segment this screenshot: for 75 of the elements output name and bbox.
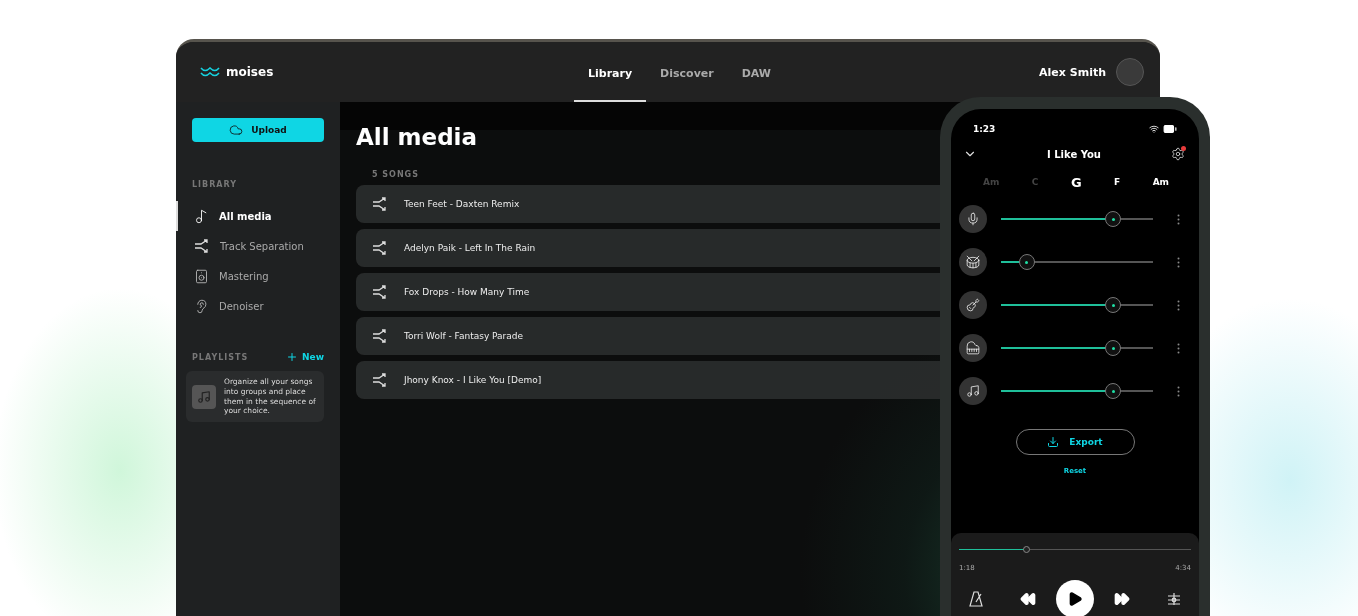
nav-tab[interactable]: Library — [574, 42, 647, 102]
song-row[interactable]: Torri Wolf - Fantasy Parade — [356, 317, 940, 355]
song-row[interactable]: Adelyn Paik - Left In The Rain — [356, 229, 940, 267]
song-count: 5 SONGS — [372, 170, 420, 179]
more-options-icon — [1177, 213, 1180, 225]
slider-thumb[interactable] — [1018, 254, 1035, 270]
more-options-icon — [1177, 342, 1180, 354]
fast-forward-icon — [1114, 591, 1130, 607]
split-arrows-icon — [372, 241, 388, 255]
chord-label: C — [1031, 177, 1039, 187]
fast-forward-button[interactable] — [1114, 591, 1130, 607]
more-button[interactable] — [1177, 385, 1180, 397]
guitar-icon — [966, 298, 980, 312]
song-title: I Like You — [1047, 148, 1101, 160]
page-title: All media — [356, 124, 477, 150]
rewind-icon — [1020, 591, 1036, 607]
nav-tab[interactable]: Discover — [646, 42, 728, 102]
battery-icon — [1163, 122, 1177, 136]
more-button[interactable] — [1177, 299, 1180, 311]
split-arrows-icon — [372, 197, 388, 211]
settings-icon[interactable] — [1171, 147, 1185, 161]
cloud-icon — [229, 123, 244, 137]
music-note-icon — [197, 389, 211, 404]
more-button[interactable] — [1177, 342, 1180, 354]
play-icon — [1067, 591, 1083, 607]
chord-label: Am — [983, 177, 1000, 187]
plus-icon — [286, 351, 299, 363]
wifi-icon — [1149, 124, 1159, 134]
sidebar-item[interactable]: All media — [176, 201, 324, 231]
sidebar-item[interactable]: Denoiser — [176, 291, 324, 321]
user-name: Alex Smith — [1039, 65, 1106, 79]
download-icon — [1047, 436, 1060, 448]
more-options-icon — [1177, 256, 1180, 268]
logo-wave-icon — [200, 66, 220, 78]
speaker-icon — [194, 268, 209, 284]
more-options-icon — [1177, 299, 1180, 311]
new-playlist-button[interactable]: New — [286, 351, 324, 363]
split-arrows-icon — [372, 373, 388, 387]
section-heading: PLAYLISTS — [192, 352, 249, 362]
music-note-icon — [966, 384, 980, 398]
chord-label: F — [1114, 177, 1121, 187]
play-button[interactable] — [1056, 580, 1094, 616]
nav-tab[interactable]: DAW — [727, 42, 785, 102]
mixer-lines-icon — [1167, 592, 1181, 606]
rewind-button[interactable] — [1020, 591, 1036, 607]
chord-label: Am — [1152, 177, 1169, 187]
song-row[interactable]: Jhony Knox - I Like You [Demo] — [356, 361, 940, 399]
slider-thumb[interactable] — [1105, 383, 1122, 399]
more-options-icon — [1177, 385, 1180, 397]
microphone-icon — [966, 212, 980, 226]
sidebar-item[interactable]: Mastering — [176, 261, 324, 291]
sidebar-item[interactable]: Track Separation — [176, 231, 324, 261]
split-arrows-icon — [372, 329, 388, 343]
more-button[interactable] — [1177, 213, 1180, 225]
progress-thumb[interactable] — [1023, 546, 1031, 553]
section-heading: LIBRARY — [192, 180, 239, 189]
more-button[interactable] — [1177, 256, 1180, 268]
slider-thumb[interactable] — [1105, 297, 1122, 313]
metronome-button[interactable] — [969, 591, 983, 607]
logo-text: moises — [226, 65, 274, 79]
slider-thumb[interactable] — [1105, 340, 1122, 356]
ear-icon — [194, 298, 209, 314]
piano-icon — [966, 341, 980, 355]
status-time: 1:23 — [973, 124, 996, 134]
drum-icon — [966, 255, 980, 269]
mixer-button[interactable] — [1167, 592, 1181, 606]
music-note-icon — [194, 208, 209, 224]
song-row[interactable]: Teen Feet - Daxten Remix — [356, 185, 940, 223]
split-arrows-icon — [194, 239, 210, 253]
chord-label: G — [1070, 174, 1082, 190]
upload-button[interactable]: Upload — [192, 118, 324, 142]
slider-thumb[interactable] — [1105, 211, 1122, 227]
metronome-icon — [969, 591, 983, 607]
split-arrows-icon — [372, 285, 388, 299]
song-row[interactable]: Fox Drops - How Many Time — [356, 273, 940, 311]
